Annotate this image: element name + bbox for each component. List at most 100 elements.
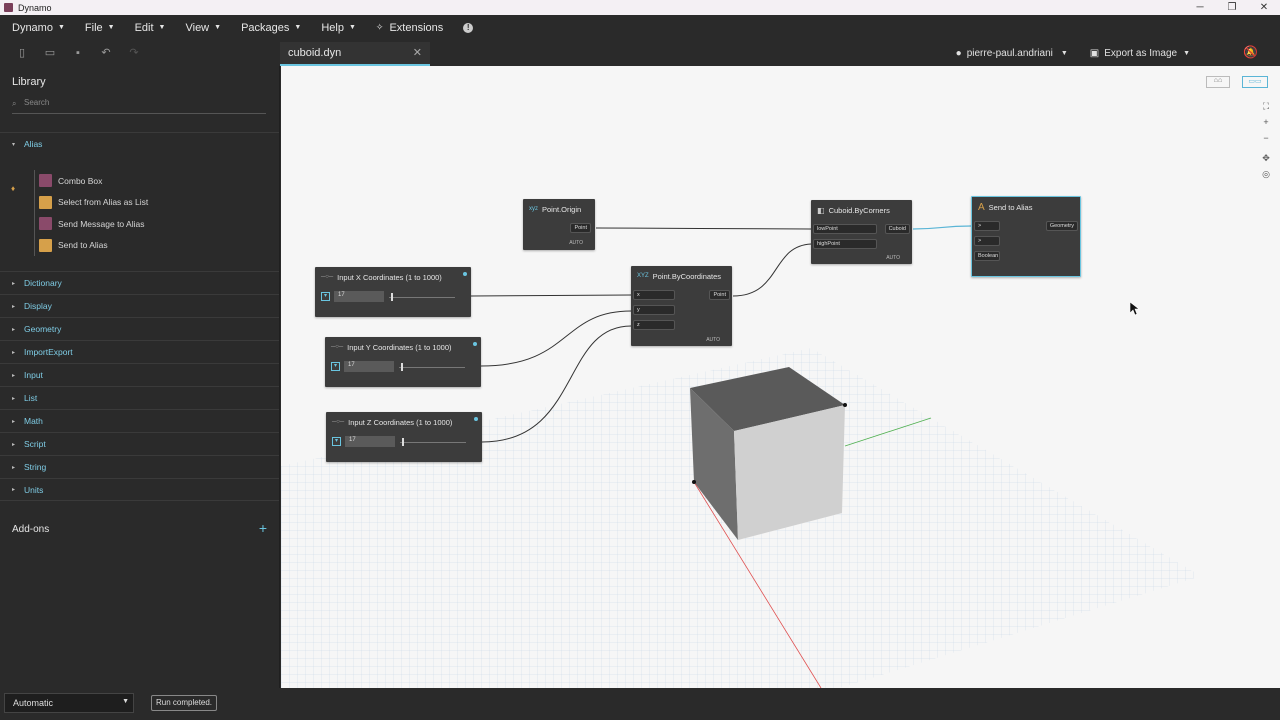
undo-icon[interactable]: ↶ <box>99 46 113 60</box>
window-controls: ─ ❐ ✕ <box>1184 0 1280 15</box>
node-point-origin[interactable]: xyz Point.Origin Point AUTO <box>523 199 595 250</box>
restore-icon[interactable]: ❐ <box>1216 0 1248 15</box>
save-icon[interactable]: ▪ <box>71 46 85 60</box>
export-button[interactable]: Export as Image <box>1104 48 1177 59</box>
fit-view-icon[interactable]: ⛶ <box>1260 98 1272 114</box>
chevron-right-icon: ▸ <box>12 280 16 287</box>
input-port-y[interactable]: y <box>633 305 675 315</box>
slider-value[interactable]: 17 <box>344 361 394 372</box>
menu-extensions[interactable]: ✧ Extensions <box>376 22 443 34</box>
output-port[interactable]: Point <box>709 290 730 300</box>
geometry-view-toggle-icon[interactable]: ▭▭ <box>1242 76 1268 88</box>
menu-view[interactable]: View ▼ <box>185 22 221 34</box>
node-icon: XYZ <box>637 273 649 279</box>
close-tab-icon[interactable]: ✕ <box>413 46 422 59</box>
slider-value[interactable]: 17 <box>345 436 395 447</box>
alias-icon <box>39 238 52 252</box>
orbit-icon[interactable]: ◎ <box>1260 166 1272 182</box>
library-item-send-to-alias[interactable]: Send to Alias <box>35 235 234 257</box>
wire-selected <box>912 225 972 230</box>
graph-view-toggle-icon[interactable]: ⌂⌂ <box>1206 76 1230 88</box>
node-input-x[interactable]: ─○─ Input X Coordinates (1 to 1000) ▾ 17 <box>315 267 471 317</box>
expand-icon[interactable]: ▾ <box>321 292 330 301</box>
menu-bar: Dynamo ▼ File ▼ Edit ▼ View ▼ Packages ▼ Help… <box>0 15 1280 40</box>
menu-edit[interactable]: Edit ▼ <box>135 22 166 34</box>
workspace-canvas[interactable]: ⌂⌂ ▭▭ ⛶ + − ✥ ◎ xyz Point.Origin Point AU… <box>281 66 1280 688</box>
category-importexport[interactable]: ▸ ImportExport <box>0 340 279 363</box>
close-window-icon[interactable]: ✕ <box>1248 0 1280 15</box>
node-cuboid-by-corners[interactable]: ◧ Cuboid.ByCorners lowPoint highPoint Cub… <box>811 200 912 264</box>
add-icon[interactable]: + <box>259 520 267 536</box>
category-math[interactable]: ▸ Math <box>0 409 279 432</box>
alias-items-list: Combo Box Select from Alias as List Send… <box>34 170 234 256</box>
category-input[interactable]: ▸ Input <box>0 363 279 386</box>
user-name[interactable]: pierre-paul.andriani <box>967 48 1053 59</box>
category-geometry[interactable]: ▸ Geometry <box>0 317 279 340</box>
chevron-right-icon: ▸ <box>12 349 16 356</box>
redo-icon[interactable]: ↷ <box>127 46 141 60</box>
minimize-icon[interactable]: ─ <box>1184 0 1216 15</box>
chevron-down-icon: ▼ <box>158 24 166 31</box>
notifications-off-icon[interactable]: 🔕 <box>1243 45 1258 59</box>
corner-point <box>692 480 696 484</box>
expand-icon[interactable]: ▾ <box>332 437 341 446</box>
slider-thumb[interactable] <box>402 438 404 446</box>
output-port[interactable]: Cuboid <box>884 224 910 234</box>
category-alias[interactable]: ▾ Alias <box>0 132 279 155</box>
search-icon: ⌕ <box>12 99 17 108</box>
node-input-z[interactable]: ─○─ Input Z Coordinates (1 to 1000) ▾ 17 <box>326 412 482 462</box>
zoom-out-icon[interactable]: − <box>1260 130 1272 146</box>
slider-track[interactable] <box>389 297 455 298</box>
input-port-boolean[interactable]: Boolean <box>974 251 1000 261</box>
chevron-down-icon: ▼ <box>214 24 222 31</box>
input-port-lowpoint[interactable]: lowPoint <box>813 224 877 234</box>
cube-icon: ◧ <box>817 205 825 215</box>
category-dictionary[interactable]: ▸ Dictionary <box>0 271 279 294</box>
input-port-x[interactable]: x <box>633 290 675 300</box>
chevron-right-icon: ▸ <box>12 487 16 493</box>
library-panel: Library ⌕ Search ▾ Alias ♦ Combo Box Sele… <box>0 66 280 688</box>
category-display[interactable]: ▸ Display <box>0 294 279 317</box>
output-port[interactable]: Point <box>570 223 591 233</box>
menu-dynamo[interactable]: Dynamo ▼ <box>12 22 65 34</box>
slider-value[interactable]: 17 <box>334 291 384 302</box>
category-script[interactable]: ▸ Script <box>0 432 279 455</box>
library-search-input[interactable]: ⌕ Search <box>12 98 266 114</box>
menu-help[interactable]: Help ▼ <box>321 22 356 34</box>
tab-cuboid[interactable]: cuboid.dyn ✕ <box>280 42 430 66</box>
expand-icon[interactable]: ▾ <box>331 362 340 371</box>
category-units[interactable]: ▸ Units <box>0 478 279 501</box>
chevron-right-icon: ▸ <box>12 395 16 402</box>
slider-track[interactable] <box>400 442 466 443</box>
user-icon: ● <box>955 47 962 59</box>
zoom-in-icon[interactable]: + <box>1260 114 1272 130</box>
library-item-send-message[interactable]: Send Message to Alias <box>35 213 234 235</box>
wire <box>732 243 812 297</box>
chevron-down-icon: ▼ <box>57 24 65 31</box>
input-port-highpoint[interactable]: highPoint <box>813 239 877 249</box>
slider-thumb[interactable] <box>391 293 393 301</box>
slider-thumb[interactable] <box>401 363 403 371</box>
menu-file[interactable]: File ▼ <box>85 22 115 34</box>
input-port-2[interactable]: > <box>974 236 1000 246</box>
info-icon[interactable]: ! <box>463 22 474 33</box>
chevron-down-icon[interactable]: ▼ <box>1183 50 1190 57</box>
category-string[interactable]: ▸ String <box>0 455 279 478</box>
menu-packages[interactable]: Packages ▼ <box>241 22 301 34</box>
library-item-combo-box[interactable]: Combo Box <box>35 170 234 192</box>
slider-track[interactable] <box>399 367 465 368</box>
node-point-by-coordinates[interactable]: XYZ Point.ByCoordinates x y z Point AUTO <box>631 266 732 346</box>
new-file-icon[interactable]: ▯ <box>15 46 29 60</box>
pan-icon[interactable]: ✥ <box>1260 150 1272 166</box>
output-port[interactable]: Geometry <box>1045 221 1078 231</box>
node-send-to-alias[interactable]: A Send to Alias > > Boolean Geometry <box>971 196 1081 277</box>
node-input-y[interactable]: ─○─ Input Y Coordinates (1 to 1000) ▾ 17 <box>325 337 481 387</box>
chevron-down-icon: ▼ <box>294 24 302 31</box>
open-folder-icon[interactable]: ▭ <box>43 46 57 60</box>
input-port-z[interactable]: z <box>633 320 675 330</box>
chevron-down-icon[interactable]: ▼ <box>1061 50 1068 57</box>
library-item-select-from-alias[interactable]: Select from Alias as List <box>35 192 234 214</box>
input-port-1[interactable]: > <box>974 221 1000 231</box>
category-list[interactable]: ▸ List <box>0 386 279 409</box>
run-mode-select[interactable]: Automatic ▼ <box>4 693 134 713</box>
